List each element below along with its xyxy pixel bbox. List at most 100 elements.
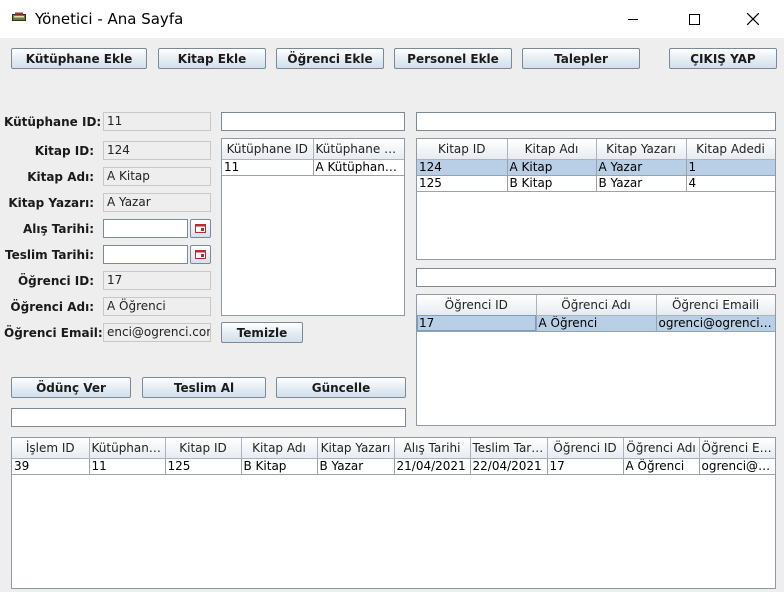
library-table[interactable]: Kütüphane ID Kütüphane Adı 11 A Kütüphanes…	[222, 139, 404, 176]
column-header[interactable]: Teslim Tarihi	[470, 438, 548, 459]
kitap-id-field[interactable]: 124	[103, 141, 211, 160]
table-cell[interactable]: 11	[89, 458, 166, 475]
table-cell[interactable]: B Kitap	[507, 175, 597, 192]
teslim-tarihi-field[interactable]	[103, 245, 188, 264]
odunc-ver-button[interactable]: Ödünç Ver	[11, 377, 131, 398]
guncelle-button[interactable]: Güncelle	[276, 377, 406, 398]
column-header[interactable]: İşlem ID	[12, 438, 90, 459]
column-header[interactable]: Kitap ID	[165, 438, 242, 459]
table-cell[interactable]: A Öğrenci	[536, 315, 657, 332]
table-cell[interactable]: 1	[686, 159, 775, 176]
ogrenci-ekle-button[interactable]: Öğrenci Ekle	[276, 48, 384, 69]
table-cell[interactable]: 124	[417, 159, 508, 176]
column-header[interactable]: Kitap Adı	[507, 139, 597, 160]
table-cell[interactable]: A Yazar	[596, 159, 687, 176]
kitap-yazari-label: Kitap Yazarı:	[8, 196, 94, 210]
column-header[interactable]: Kütüphane ID	[222, 139, 314, 160]
column-header[interactable]: Kütüphane Adı	[313, 139, 404, 160]
book-table[interactable]: Kitap ID Kitap Adı Kitap Yazarı Kitap Adedi…	[417, 139, 775, 192]
transaction-table-scroll[interactable]: İşlem ID Kütüphane ... Kitap ID Kitap Adı Ki…	[11, 437, 776, 589]
close-button[interactable]	[730, 0, 776, 38]
table-cell[interactable]: 22/04/2021	[470, 458, 548, 475]
table-cell[interactable]: ogrenci@ogrenci.c...	[656, 315, 775, 332]
column-header[interactable]: Öğrenci Emaili	[656, 295, 775, 316]
book-table-scroll[interactable]: Kitap ID Kitap Adı Kitap Yazarı Kitap Adedi…	[416, 138, 776, 260]
close-icon	[747, 13, 759, 25]
minimize-button[interactable]	[610, 0, 656, 38]
column-header[interactable]: Kütüphane ...	[89, 438, 166, 459]
column-header[interactable]: Öğrenci Em...	[699, 438, 775, 459]
teslim-tarihi-label: Teslim Tarihi:	[4, 248, 94, 262]
column-header[interactable]: Öğrenci Adı	[623, 438, 700, 459]
calendar-icon	[195, 224, 206, 233]
ogrenci-id-field[interactable]: 17	[103, 271, 211, 290]
table-cell[interactable]: 125	[417, 175, 508, 192]
app-icon	[12, 12, 26, 21]
column-header[interactable]: Öğrenci Adı	[536, 295, 657, 316]
table-cell[interactable]: A Kütüphanesi	[313, 159, 404, 176]
table-cell[interactable]: B Yazar	[317, 458, 395, 475]
library-search-input[interactable]	[221, 112, 405, 131]
table-cell[interactable]: B Yazar	[596, 175, 687, 192]
alis-tarihi-field[interactable]	[103, 219, 188, 238]
ogrenci-email-field[interactable]: enci@ogrenci.com	[103, 323, 211, 342]
kutuphane-ekle-button[interactable]: Kütüphane Ekle	[11, 48, 147, 69]
kitap-id-label: Kitap ID:	[34, 144, 94, 158]
student-search-input[interactable]	[416, 268, 776, 287]
cikis-yap-button[interactable]: ÇIKIŞ YAP	[669, 48, 777, 69]
main-panel: Kütüphane Ekle Kitap Ekle Öğrenci Ekle P…	[0, 38, 784, 592]
kitap-adi-field[interactable]: A Kitap	[103, 167, 211, 186]
window-title: Yönetici - Ana Sayfa	[35, 10, 184, 28]
table-cell[interactable]: B Kitap	[241, 458, 318, 475]
alis-tarihi-calendar-button[interactable]	[190, 219, 211, 238]
column-header[interactable]: Öğrenci ID	[547, 438, 624, 459]
table-cell[interactable]: 11	[222, 159, 314, 176]
column-header[interactable]: Kitap Adı	[241, 438, 318, 459]
talepler-button[interactable]: Talepler	[522, 48, 640, 69]
column-header[interactable]: Kitap ID	[417, 139, 508, 160]
table-cell[interactable]: ogrenci@o...	[699, 458, 775, 475]
table-row[interactable]: 125 B Kitap B Yazar 4	[417, 175, 775, 192]
library-table-header: Kütüphane ID Kütüphane Adı	[222, 139, 404, 160]
transaction-search-input[interactable]	[11, 408, 406, 427]
table-cell[interactable]: 125	[165, 458, 242, 475]
table-row[interactable]: 11 A Kütüphanesi	[222, 159, 404, 176]
personel-ekle-button[interactable]: Personel Ekle	[394, 48, 512, 69]
book-search-input[interactable]	[416, 112, 776, 131]
student-table[interactable]: Öğrenci ID Öğrenci Adı Öğrenci Emaili 17 A …	[417, 295, 775, 332]
column-header[interactable]: Kitap Yazarı	[317, 438, 395, 459]
table-cell[interactable]: A Kitap	[507, 159, 597, 176]
table-cell[interactable]: 21/04/2021	[394, 458, 471, 475]
table-cell[interactable]: 17	[547, 458, 624, 475]
kitap-yazari-field[interactable]: A Yazar	[103, 193, 211, 212]
title-bar: Yönetici - Ana Sayfa	[0, 0, 784, 38]
table-row[interactable]: 39 11 125 B Kitap B Yazar 21/04/2021 22/04/202…	[12, 458, 775, 475]
table-row[interactable]: 17 A Öğrenci ogrenci@ogrenci.c...	[417, 315, 775, 332]
kutuphane-id-label: Kütüphane ID:	[4, 115, 102, 129]
column-header[interactable]: Öğrenci ID	[417, 295, 537, 316]
table-row[interactable]: 124 A Kitap A Yazar 1	[417, 159, 775, 176]
table-cell[interactable]: 39	[12, 458, 90, 475]
temizle-button[interactable]: Temizle	[221, 322, 303, 343]
teslim-al-button[interactable]: Teslim Al	[142, 377, 266, 398]
ogrenci-adi-label: Öğrenci Adı:	[10, 300, 94, 314]
column-header[interactable]: Alış Tarihi	[394, 438, 471, 459]
kitap-ekle-button[interactable]: Kitap Ekle	[158, 48, 266, 69]
maximize-button[interactable]	[671, 0, 717, 38]
alis-tarihi-label: Alış Tarihi:	[22, 222, 94, 236]
ogrenci-id-label: Öğrenci ID:	[17, 274, 94, 288]
student-table-scroll[interactable]: Öğrenci ID Öğrenci Adı Öğrenci Emaili 17 A …	[416, 294, 776, 426]
transaction-table[interactable]: İşlem ID Kütüphane ... Kitap ID Kitap Adı Ki…	[12, 438, 775, 475]
table-cell[interactable]: 4	[686, 175, 775, 192]
kutuphane-id-field[interactable]: 11	[103, 112, 211, 131]
teslim-tarihi-calendar-button[interactable]	[190, 245, 211, 264]
book-table-header: Kitap ID Kitap Adı Kitap Yazarı Kitap Adedi	[417, 139, 775, 160]
ogrenci-adi-field[interactable]: A Öğrenci	[103, 297, 211, 316]
column-header[interactable]: Kitap Adedi	[686, 139, 775, 160]
library-table-scroll[interactable]: Kütüphane ID Kütüphane Adı 11 A Kütüphanes…	[221, 138, 405, 316]
table-cell[interactable]: A Öğrenci	[623, 458, 700, 475]
table-cell[interactable]: 17	[417, 315, 537, 332]
minimize-icon	[628, 19, 638, 20]
maximize-icon	[688, 13, 700, 25]
column-header[interactable]: Kitap Yazarı	[596, 139, 687, 160]
